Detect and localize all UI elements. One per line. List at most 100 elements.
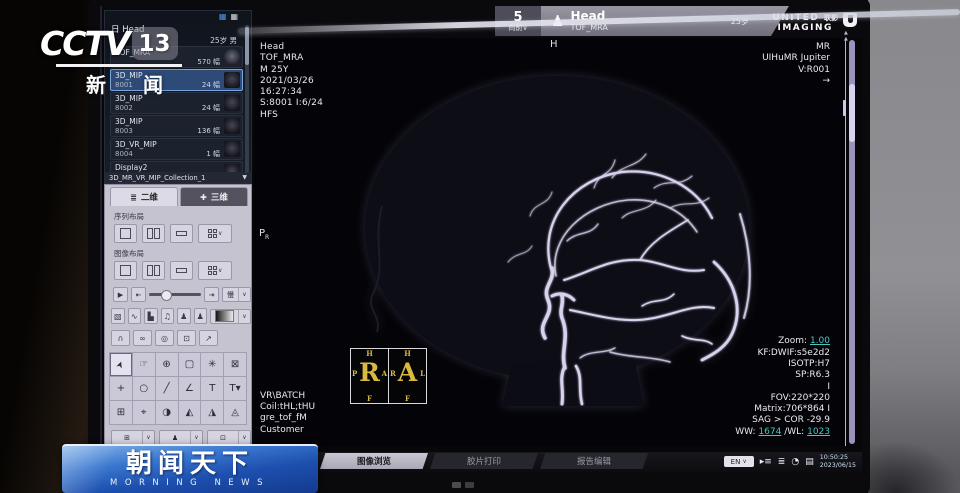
curve-button[interactable]: ∿ [128,308,142,324]
img-layout-grid-dropdown[interactable]: ∨ [198,261,232,280]
scrollbar-thumb[interactable] [849,84,855,142]
chevron-down-icon: ∨ [239,434,250,441]
disc-button[interactable]: ◎ [155,330,174,346]
chevron-down-icon: ∨ [143,434,154,441]
playlist-icon[interactable]: ▸≡ [760,457,772,467]
ww-value: 1674 [758,427,781,437]
hand-icon: ☞ [139,359,148,370]
histogram-button[interactable]: ▧ [111,308,125,324]
annotation-button[interactable]: ♫ [161,308,175,324]
colormap-dropdown[interactable]: ∨ [210,309,251,324]
flip-v-tool[interactable]: ◮ [201,401,223,424]
layout-1x2-button[interactable] [142,224,165,243]
chevron-down-icon: ∨ [218,267,222,274]
display-dropdown[interactable]: ⊡∨ [207,430,251,445]
crop-tool[interactable]: ▢ [179,353,201,376]
probe-icon: ⌖ [141,407,147,418]
orientation-dropdown[interactable]: ♟∨ [159,430,203,445]
line-tool[interactable]: ╱ [156,377,178,400]
text-arrow-icon: T▾ [230,383,241,394]
tab-report-edit[interactable]: 报告编辑 [540,453,648,469]
layout-grid-dropdown[interactable]: ∨ [198,224,232,243]
link-button[interactable]: ∞ [133,330,152,346]
tab-film-print[interactable]: 胶片打印 [430,453,538,469]
play-button[interactable]: ▶ [113,287,128,302]
enhance-tool[interactable]: ✳ [201,353,223,376]
body-marker-button[interactable]: ♟ [177,308,191,324]
flip-horizontal-icon: ◭ [186,407,194,418]
tab-image-browse[interactable]: 图像浏览 [320,453,428,469]
sidebar-scrollbar[interactable] [245,25,249,173]
text-icon: T [209,383,215,394]
body-marker2-button[interactable]: ♟ [194,308,208,324]
magnet-button[interactable]: ∩ [111,330,130,346]
flip-h-tool[interactable]: ◭ [179,401,201,424]
layout-2x1-button[interactable] [170,224,193,243]
rotate-tool[interactable]: ◬ [224,401,246,424]
contrast-tool[interactable]: ◑ [156,401,178,424]
menu-stack-icon[interactable]: ≣ [778,457,786,467]
pan-tool[interactable]: ☞ [133,353,155,376]
img-layout-1x2-button[interactable] [142,261,165,280]
program-banner: 朝闻天下 MORNING NEWS [62,444,318,493]
orientation-top-marker: H [550,39,558,50]
angle-tool[interactable]: ∠ [179,377,201,400]
crosshair-tool[interactable]: + [110,377,132,400]
layers-icon: ≣ [130,193,137,202]
series-item[interactable]: 3D_VR_MIP 80041 幅 [110,138,243,160]
viewer-scrollbar[interactable] [849,40,855,444]
image-info-overlay: Head TOF_MRA M 25Y 2021/03/26 16:27:34 S… [260,42,323,121]
scrollbar-nub [843,100,846,116]
series-name: 3D_MIP [115,117,220,127]
sparkle-icon: ✳ [208,359,216,370]
tv-frame: 5 向前∨ ♟ Head TOF_MRA 25岁 UNITED 联影 IMAGI… [0,0,960,493]
img-layout-1x1-button[interactable] [114,261,137,280]
skip-end-button[interactable]: ⇥ [204,287,219,302]
speed-dropdown[interactable]: 慢∨ [222,287,251,302]
grid-view-blue-icon[interactable]: ▦ [219,12,227,25]
ellipse-tool[interactable]: ○ [133,377,155,400]
ellipse-icon: ○ [139,383,148,394]
zoom-tool[interactable]: ⊕ [156,353,178,376]
cctv-channel-number: 13 [132,27,178,60]
briefcase-icon[interactable]: ▤ [805,457,814,467]
text-arrow-tool[interactable]: T▾ [224,377,246,400]
delete-box-icon: ⊠ [231,359,239,370]
img-layout-2x1-button[interactable] [170,261,193,280]
image-viewport[interactable]: Head TOF_MRA M 25Y 2021/03/26 16:27:34 S… [254,38,846,446]
collection-footer[interactable]: 3D_MR_VR_MIP_Collection_1 ▼ [105,172,251,183]
collection-name: 3D_MR_VR_MIP_Collection_1 [109,174,205,182]
tab-2d[interactable]: ≣ 二维 [110,187,178,206]
frame-slider[interactable] [149,293,201,296]
delete-region-tool[interactable]: ⊠ [224,353,246,376]
copy-button[interactable]: ⊡ [177,330,196,346]
wall-shadow [868,440,960,493]
series-count: 570 幅 [197,58,220,67]
text-tool[interactable]: T [201,377,223,400]
clock-power-icon[interactable]: ◔ [791,457,799,467]
chart-button[interactable]: ▙ [144,308,158,324]
bezel-logo [452,482,461,488]
cursor-tool[interactable]: ➤ [110,353,132,376]
tab-3d[interactable]: ✚三维 [180,187,248,206]
slider-thumb[interactable] [161,290,172,301]
tab-2d-label: 二维 [141,191,158,203]
language-button[interactable]: EN∨ [724,456,754,467]
skip-end-icon: ⇥ [209,291,215,299]
series-thumbnail [224,95,240,111]
skip-start-button[interactable]: ⇤ [131,287,146,302]
series-count: 24 幅 [202,81,220,90]
magnifier-box-tool[interactable]: ⊞ [110,401,132,424]
export-button[interactable]: ↗ [199,330,218,346]
series-thumbnail [224,118,240,134]
program-title: 朝闻天下 [126,451,254,478]
filter-icon[interactable]: ▼ [242,174,247,181]
window-preset-dropdown[interactable]: ⊞∨ [111,430,155,445]
grid-view-icon[interactable]: ▦ [230,12,238,25]
bezel-logo2 [465,482,474,488]
probe-tool[interactable]: ⌖ [133,401,155,424]
orientation-cell-a: H R A L F [388,349,426,403]
params-overlay: Zoom: 1.00 KF:DWIF:s5e2d2 ISOTP:H7 SP:R6… [735,336,830,438]
series-item[interactable]: 3D_MIP 8003136 幅 [110,115,243,137]
layout-1x1-button[interactable] [114,224,137,243]
